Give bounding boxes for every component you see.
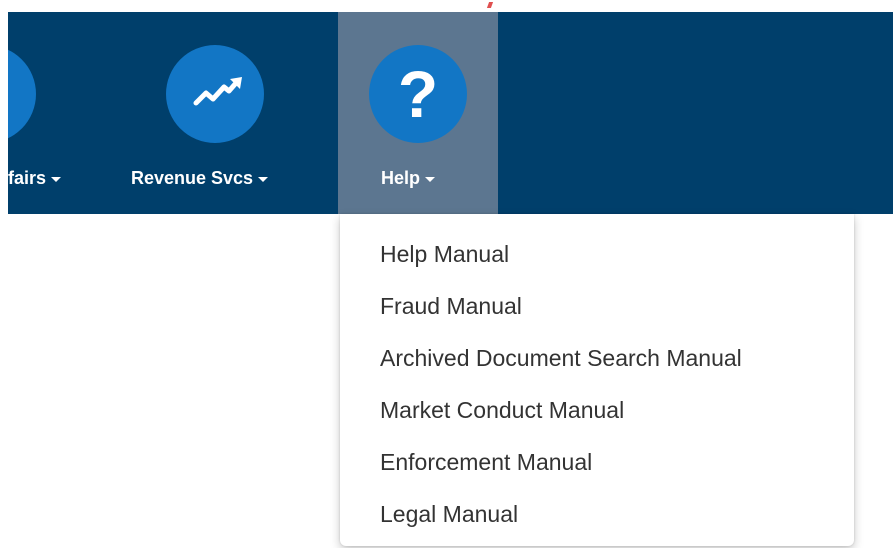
top-strip — [0, 0, 893, 12]
nav-item-revenue-svcs[interactable]: Revenue Svcs — [118, 12, 338, 214]
menu-item-archived-document-search-manual[interactable]: Archived Document Search Manual — [340, 332, 854, 384]
nav-label-help: Help — [381, 166, 436, 190]
menu-item-help-manual[interactable]: Help Manual — [340, 228, 854, 280]
nav-label-revenue-svcs: Revenue Svcs — [131, 166, 269, 190]
menu-item-legal-manual[interactable]: Legal Manual — [340, 488, 854, 540]
nav-item-affairs[interactable]: fairs — [8, 12, 118, 214]
menu-item-fraud-manual[interactable]: Fraud Manual — [340, 280, 854, 332]
help-dropdown-menu: Help Manual Fraud Manual Archived Docume… — [340, 214, 854, 546]
menu-item-market-conduct-manual[interactable]: Market Conduct Manual — [340, 384, 854, 436]
question-mark-glyph: ? — [397, 57, 439, 131]
help-menu-list: Help Manual Fraud Manual Archived Docume… — [340, 214, 854, 540]
nav-label-text: fairs — [8, 167, 47, 188]
trending-up-icon — [166, 45, 264, 143]
trending-up-icon-graphic — [193, 77, 242, 106]
nav-label-text: Revenue Svcs — [131, 167, 254, 188]
caret-down-icon — [425, 176, 436, 182]
nav-label-affairs: fairs — [8, 166, 62, 190]
nav-item-help[interactable]: ? Help — [338, 12, 498, 214]
menu-item-enforcement-manual[interactable]: Enforcement Manual — [340, 436, 854, 488]
question-mark-icon: ? — [369, 45, 467, 143]
nav-label-text: Help — [381, 167, 421, 188]
caret-down-icon — [258, 176, 269, 182]
affairs-icon — [8, 45, 36, 143]
caret-down-icon — [51, 176, 62, 182]
